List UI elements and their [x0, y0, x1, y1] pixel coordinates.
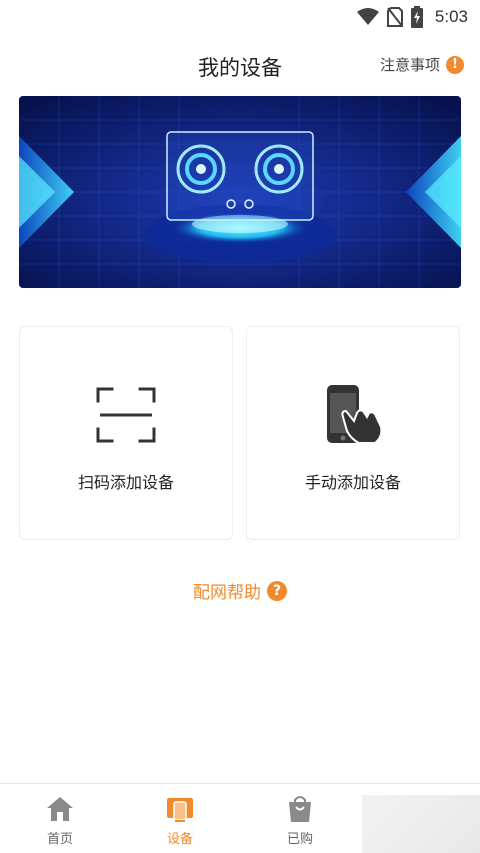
wifi-icon: [356, 8, 379, 26]
tab-devices[interactable]: 设备: [120, 784, 240, 853]
home-icon: [45, 794, 75, 824]
no-sim-icon: [386, 7, 403, 27]
scan-add-device-label: 扫码添加设备: [77, 473, 174, 492]
notice-label: 注意事项: [379, 56, 440, 74]
banner-image[interactable]: [19, 96, 461, 288]
notice-link[interactable]: 注意事项 !: [380, 54, 464, 75]
manual-add-device-card[interactable]: 手动添加设备: [246, 326, 460, 540]
tab-bar-empty-slot: [360, 784, 480, 853]
network-help-link[interactable]: 配网帮助 ?: [0, 578, 480, 603]
manual-add-device-label: 手动添加设备: [304, 473, 401, 492]
devices-icon: [165, 794, 195, 824]
question-icon: ?: [267, 580, 287, 601]
tab-devices-label: 设备: [166, 832, 193, 847]
bottom-tab-bar: 首页 设备 已购: [0, 783, 480, 853]
tab-home[interactable]: 首页: [0, 784, 120, 853]
network-help-label: 配网帮助: [193, 583, 261, 603]
tab-purchased[interactable]: 已购: [240, 784, 360, 853]
scan-add-device-card[interactable]: 扫码添加设备: [19, 326, 233, 540]
battery-charging-icon: [410, 6, 423, 28]
tab-purchased-label: 已购: [286, 832, 313, 847]
status-bar: 5:03: [0, 0, 480, 34]
scan-frame-icon: [94, 383, 158, 447]
phone-touch-icon: [321, 383, 385, 447]
watermark-overlay: [362, 795, 480, 853]
shopping-bag-icon: [285, 794, 315, 824]
notice-alert-icon: !: [446, 55, 464, 74]
tab-home-label: 首页: [46, 832, 73, 847]
header: 我的设备 注意事项 !: [0, 40, 480, 88]
gas-stove-illustration: [19, 96, 461, 288]
status-time: 5:03: [434, 7, 468, 26]
